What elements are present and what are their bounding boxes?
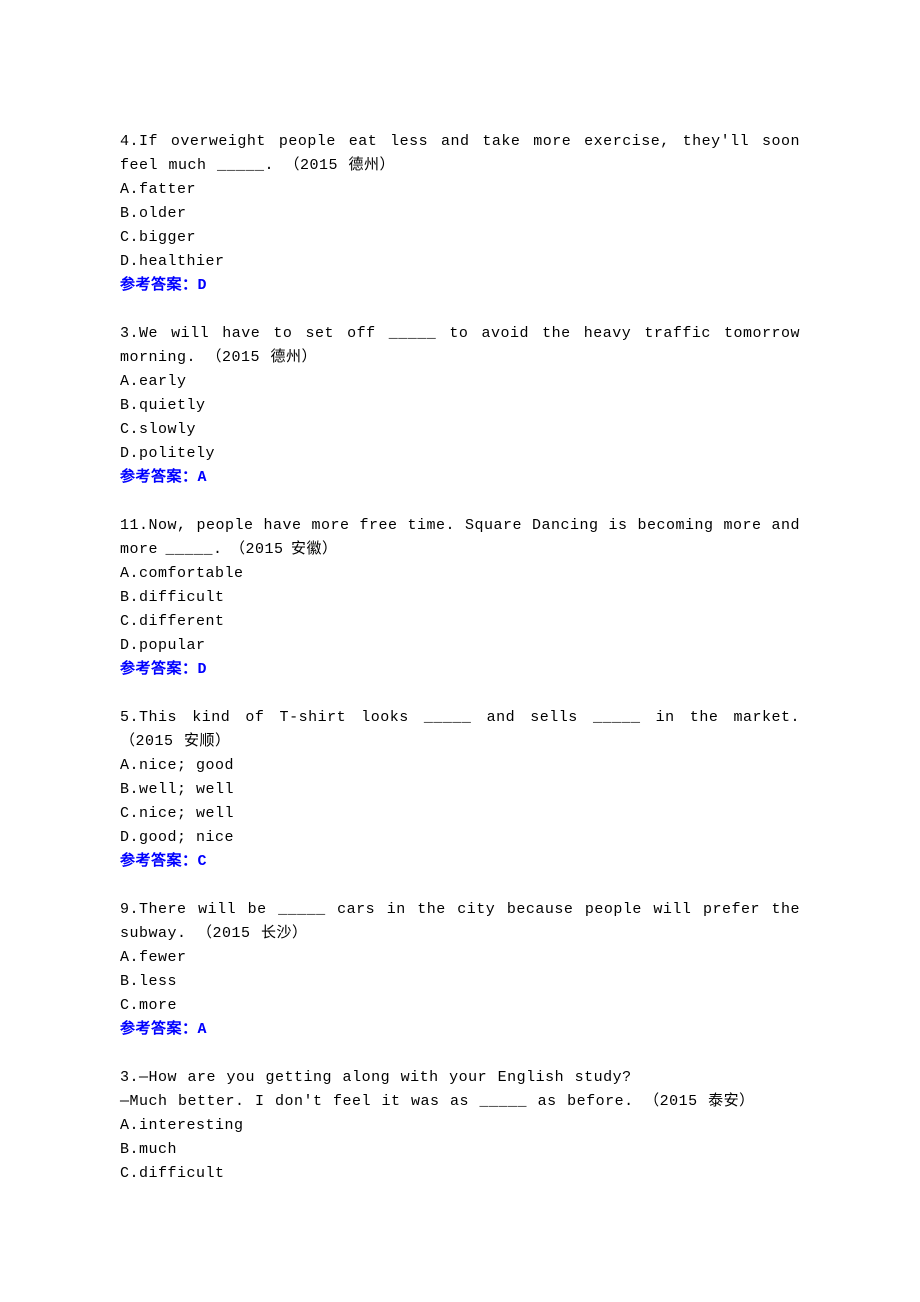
question-option: D.good; nice (120, 826, 800, 850)
question-text-content: We will have to set off _____ to avoid t… (120, 325, 800, 366)
question-option: B.quietly (120, 394, 800, 418)
question-block: 3.—How are you getting along with your E… (120, 1066, 800, 1186)
question-block: 4.If overweight people eat less and take… (120, 130, 800, 298)
question-option: A.fatter (120, 178, 800, 202)
question-option: A.nice; good (120, 754, 800, 778)
answer-label: 参考答案： (120, 277, 198, 294)
answer-line: 参考答案：D (120, 274, 800, 298)
question-option: C.difficult (120, 1162, 800, 1186)
answer-line: 参考答案：A (120, 1018, 800, 1042)
question-number: 3 (120, 325, 130, 342)
question-stem: 11.Now, people have more free time. Squa… (120, 514, 800, 562)
question-text-content: —How are you getting along with your Eng… (139, 1069, 632, 1086)
document-page: 4.If overweight people eat less and take… (0, 0, 920, 1280)
question-number: 3 (120, 1069, 130, 1086)
answer-label: 参考答案： (120, 1021, 198, 1038)
question-stem: 3.We will have to set off _____ to avoid… (120, 322, 800, 370)
question-option: A.comfortable (120, 562, 800, 586)
question-number: 9 (120, 901, 130, 918)
question-option: C.different (120, 610, 800, 634)
question-block: 5.This kind of T-shirt looks _____ and s… (120, 706, 800, 874)
answer-value: D (198, 661, 208, 678)
answer-label: 参考答案： (120, 853, 198, 870)
question-stem: 4.If overweight people eat less and take… (120, 130, 800, 178)
question-option: C.nice; well (120, 802, 800, 826)
question-option: D.politely (120, 442, 800, 466)
question-stem: 5.This kind of T-shirt looks _____ and s… (120, 706, 800, 754)
question-option: D.healthier (120, 250, 800, 274)
question-text-content: There will be _____ cars in the city bec… (120, 901, 800, 942)
question-option: A.fewer (120, 946, 800, 970)
question-number: 4 (120, 133, 130, 150)
question-option: B.older (120, 202, 800, 226)
question-option: B.less (120, 970, 800, 994)
answer-label: 参考答案： (120, 469, 198, 486)
answer-value: A (198, 1021, 208, 1038)
question-block: 11.Now, people have more free time. Squa… (120, 514, 800, 682)
answer-line: 参考答案：A (120, 466, 800, 490)
question-option: B.difficult (120, 586, 800, 610)
question-text-content: If overweight people eat less and take m… (120, 133, 800, 174)
question-text-content: Now, people have more free time. Square … (120, 517, 800, 558)
question-option: C.bigger (120, 226, 800, 250)
question-stem-line2: —Much better. I don't feel it was as ___… (120, 1090, 800, 1114)
question-text-content: This kind of T-shirt looks _____ and sel… (120, 709, 800, 750)
question-stem: 3.—How are you getting along with your E… (120, 1066, 800, 1090)
answer-value: C (198, 853, 208, 870)
question-number: 5 (120, 709, 130, 726)
question-stem: 9.There will be _____ cars in the city b… (120, 898, 800, 946)
question-block: 9.There will be _____ cars in the city b… (120, 898, 800, 1042)
question-option: A.interesting (120, 1114, 800, 1138)
question-option: D.popular (120, 634, 800, 658)
question-option: C.slowly (120, 418, 800, 442)
answer-line: 参考答案：C (120, 850, 800, 874)
answer-value: D (198, 277, 208, 294)
question-option: C.more (120, 994, 800, 1018)
answer-label: 参考答案： (120, 661, 198, 678)
question-block: 3.We will have to set off _____ to avoid… (120, 322, 800, 490)
question-option: B.much (120, 1138, 800, 1162)
answer-value: A (198, 469, 208, 486)
question-number: 11 (120, 517, 139, 534)
question-option: B.well; well (120, 778, 800, 802)
answer-line: 参考答案：D (120, 658, 800, 682)
question-option: A.early (120, 370, 800, 394)
question-source: （2015 德州） (285, 157, 396, 174)
